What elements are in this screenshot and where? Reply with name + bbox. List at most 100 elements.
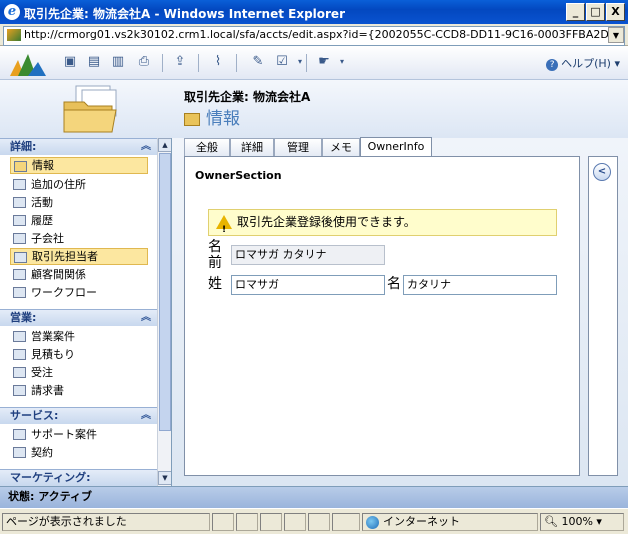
save-and-close-icon[interactable]: ▥ — [110, 54, 126, 70]
nav-item-invoices[interactable]: 請求書 — [10, 382, 148, 399]
print-icon[interactable]: ⎙ — [136, 54, 152, 70]
zoom-label: 100% — [561, 515, 593, 528]
nav-item-activities[interactable]: 活動 — [10, 194, 148, 211]
firstname-field[interactable]: カタリナ — [403, 275, 557, 295]
nav-item-cases[interactable]: サポート案件 — [10, 426, 148, 443]
address-icon — [13, 179, 26, 190]
zone-label: インターネット — [383, 515, 460, 528]
tab-general[interactable]: 全般 — [184, 138, 230, 156]
scroll-thumb[interactable] — [159, 153, 171, 431]
security-zone[interactable]: インターネット — [362, 513, 538, 531]
nav-item-info[interactable]: 情報 — [10, 157, 148, 174]
account-folder-icon — [63, 85, 117, 133]
workflow-icon — [13, 287, 26, 298]
nav-item-label: 履歴 — [31, 214, 53, 227]
nav-item-addresses[interactable]: 追加の住所 — [10, 176, 148, 193]
help-menu[interactable]: ? ヘルプ(H) ▾ — [546, 55, 620, 71]
page-title-text: 情報 — [206, 109, 240, 129]
save-icon[interactable]: ▣ — [62, 54, 78, 70]
fullname-field[interactable]: ロマサガ カタリナ — [231, 245, 385, 265]
assign-icon[interactable]: ⇪ — [172, 54, 188, 70]
nav-item-label: 活動 — [31, 196, 53, 209]
status-cell — [284, 513, 306, 531]
address-dropdown-button[interactable]: ▼ — [608, 27, 624, 43]
info-icon — [14, 161, 27, 172]
save-and-new-icon[interactable]: ▤ — [86, 54, 102, 70]
chevron-left-icon[interactable]: < — [593, 163, 611, 181]
lastname-field[interactable]: ロマサガ — [231, 275, 385, 295]
nav-section-details[interactable]: 詳細: ︽ — [0, 138, 157, 155]
ownerinfo-panel: OwnerSection ! 取引先企業登録後使用できます。 名前 ロマサガ カ… — [184, 156, 580, 476]
chevron-down-icon[interactable]: ▾ — [334, 54, 350, 70]
attach-icon[interactable]: ⌇ — [210, 54, 226, 70]
nav-item-label: 請求書 — [31, 384, 64, 397]
nav-scrollbar[interactable]: ▲ ▼ — [157, 138, 171, 486]
page-title: 情報 — [184, 104, 240, 129]
nav-item-subaccounts[interactable]: 子会社 — [10, 230, 148, 247]
nav-item-contacts[interactable]: 取引先担当者 — [10, 248, 148, 265]
nav-item-opportunities[interactable]: 営業案件 — [10, 328, 148, 345]
add-activity-icon[interactable]: ☑ — [274, 54, 290, 70]
add-note-icon[interactable]: ✎ — [250, 54, 266, 70]
nav-section-label: マーケティング: — [10, 471, 91, 484]
nav-item-orders[interactable]: 受注 — [10, 364, 148, 381]
record-header: 取引先企業: 物流会社A 情報 — [0, 80, 628, 138]
contract-icon — [13, 447, 26, 458]
status-message: ページが表示されました — [2, 513, 210, 531]
folder-open-icon — [184, 112, 200, 126]
nav-item-contracts[interactable]: 契約 — [10, 444, 148, 461]
subaccount-icon — [13, 233, 26, 244]
nav-item-label: 営業案件 — [31, 330, 75, 343]
address-bar: http://crmorg01.vs2k30102.crm1.local/sfa… — [0, 24, 628, 46]
nav-item-label: サポート案件 — [31, 428, 97, 441]
toolbar-separator — [162, 54, 163, 72]
nav-item-label: 子会社 — [31, 232, 64, 245]
more-actions-icon[interactable]: ☛ — [316, 54, 332, 70]
tab-notes[interactable]: メモ — [322, 138, 360, 156]
ie-logo-icon: e — [4, 4, 20, 20]
tab-ownerinfo[interactable]: OwnerInfo — [360, 137, 432, 157]
tab-administration[interactable]: 管理 — [274, 138, 322, 156]
collapse-icon[interactable]: ︽ — [141, 408, 151, 424]
nav-item-history[interactable]: 履歴 — [10, 212, 148, 229]
status-cell — [212, 513, 234, 531]
nav-section-label: 詳細: — [10, 140, 37, 153]
form-area: 全般 詳細 管理 メモ OwnerInfo OwnerSection ! 取引先… — [172, 137, 628, 486]
nav-item-label: 顧客間関係 — [31, 268, 86, 281]
nav-item-relationships[interactable]: 顧客間関係 — [10, 266, 148, 283]
quote-icon — [13, 349, 26, 360]
maximize-button[interactable]: □ — [586, 3, 605, 21]
status-cell — [308, 513, 330, 531]
nav-item-label: 受注 — [31, 366, 53, 379]
help-icon: ? — [546, 59, 559, 71]
nav-item-label: 情報 — [32, 159, 54, 172]
tab-details[interactable]: 詳細 — [230, 138, 274, 156]
address-field[interactable]: http://crmorg01.vs2k30102.crm1.local/sfa… — [3, 26, 625, 46]
nav-section-sales[interactable]: 営業: ︽ — [0, 309, 157, 326]
lastname-label: 姓 — [208, 276, 222, 292]
minimize-button[interactable]: _ — [566, 3, 585, 21]
record-status: 状態: アクティブ — [0, 486, 628, 508]
close-button[interactable]: X — [606, 3, 625, 21]
warning-icon: ! — [216, 215, 232, 235]
status-cell — [260, 513, 282, 531]
section-title: OwnerSection — [195, 169, 282, 182]
scroll-down-arrow[interactable]: ▼ — [158, 471, 171, 485]
collapse-icon[interactable]: ︽ — [141, 139, 151, 155]
nav-item-quotes[interactable]: 見積もり — [10, 346, 148, 363]
zoom-icon: 🔍︎ — [544, 515, 558, 528]
scroll-up-arrow[interactable]: ▲ — [158, 138, 171, 152]
activity-icon — [13, 197, 26, 208]
toolbar-separator — [198, 54, 199, 72]
collapse-icon[interactable]: ︽ — [141, 310, 151, 326]
fullname-label-part: 名 — [208, 239, 222, 255]
zoom-control[interactable]: 🔍︎ 100% ▾ — [540, 513, 624, 531]
window-titlebar[interactable]: e 取引先企業: 物流会社A - Windows Internet Explor… — [0, 0, 628, 24]
help-label: ヘルプ(H) — [561, 57, 611, 70]
status-cell — [332, 513, 360, 531]
crm-favicon-icon — [7, 29, 21, 41]
window-title: 取引先企業: 物流会社A - Windows Internet Explorer — [24, 7, 345, 21]
nav-item-workflows[interactable]: ワークフロー — [10, 284, 148, 301]
nav-section-service[interactable]: サービス: ︽ — [0, 407, 157, 424]
nav-section-marketing[interactable]: マーケティング: — [0, 469, 157, 486]
